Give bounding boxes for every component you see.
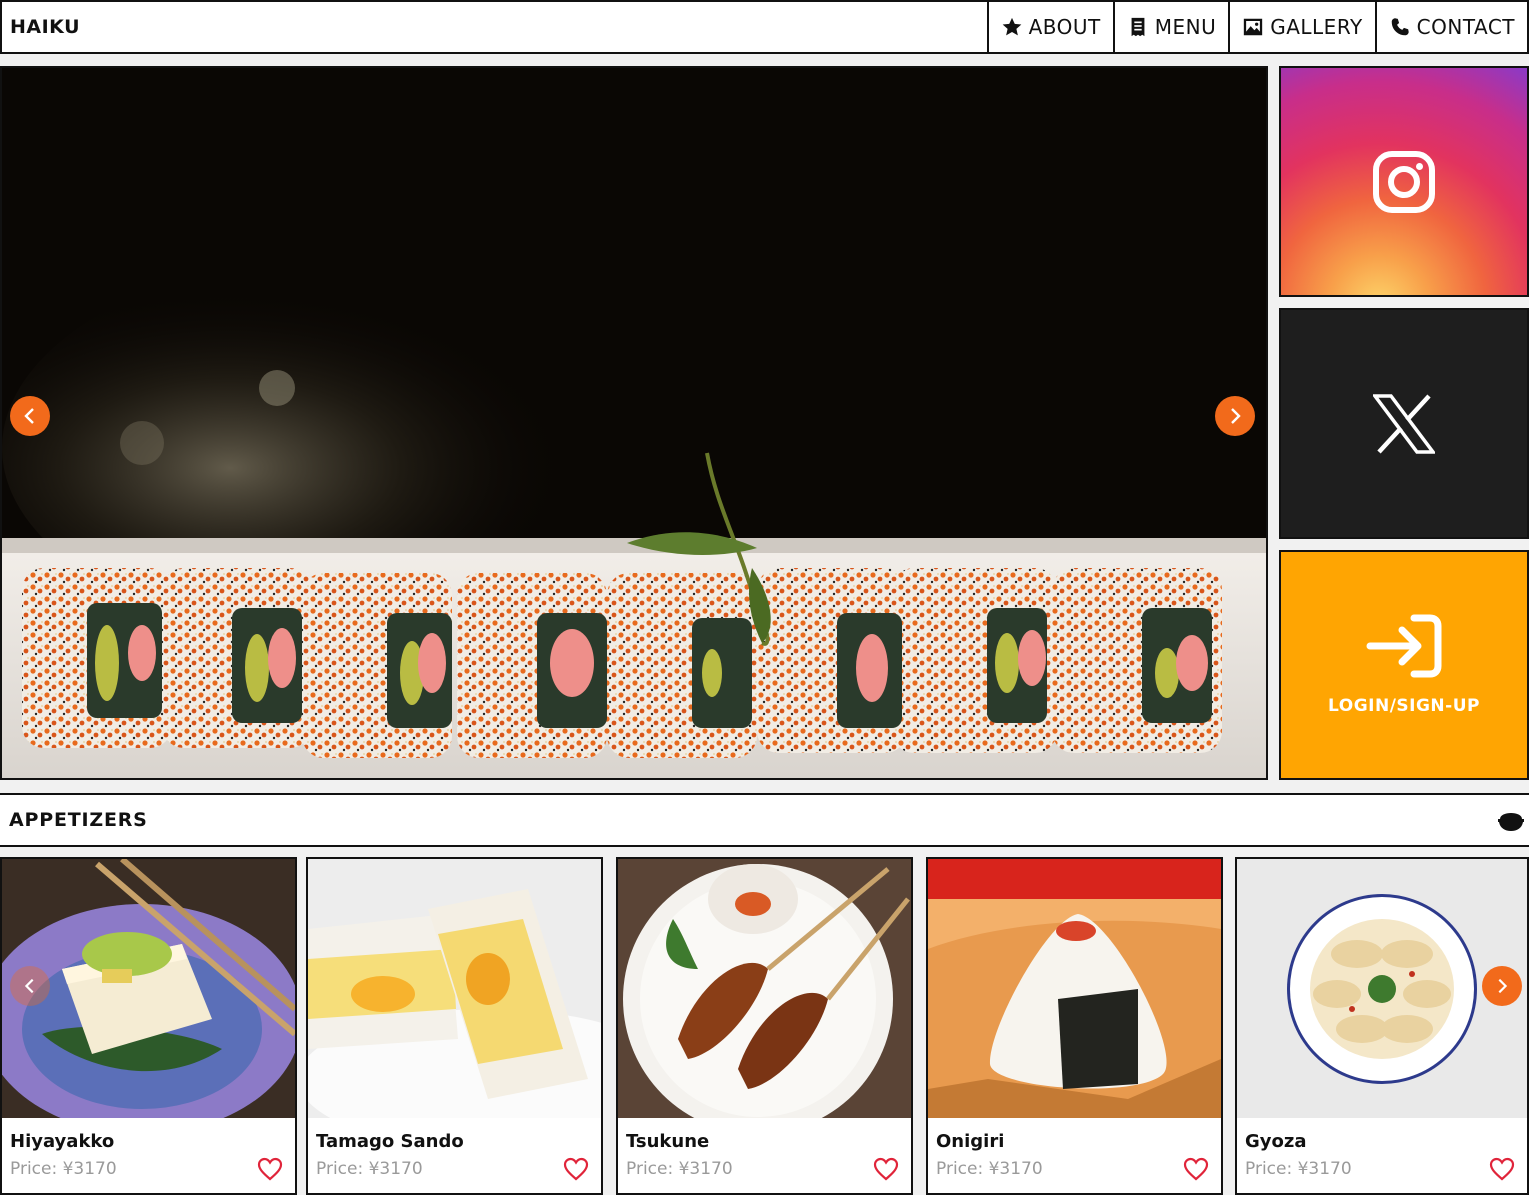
star-icon xyxy=(1002,17,1021,36)
image-icon xyxy=(1244,18,1263,36)
receipt-icon xyxy=(1131,17,1145,37)
card-name: Gyoza xyxy=(1245,1131,1307,1152)
card-price: Price: ¥3170 xyxy=(316,1159,423,1179)
x-logo-icon xyxy=(1373,393,1435,454)
card-price: Price: ¥3170 xyxy=(10,1159,117,1179)
nav-menu[interactable]: MENU xyxy=(1112,2,1229,52)
instagram-icon xyxy=(1373,150,1435,213)
card-price: Price: ¥3170 xyxy=(1245,1159,1352,1179)
favorite-heart-button[interactable] xyxy=(1489,1157,1515,1181)
card-price: Price: ¥3170 xyxy=(626,1159,733,1179)
card-name: Hiyayakko xyxy=(10,1131,115,1152)
favorite-heart-button[interactable] xyxy=(563,1157,589,1181)
login-signup-tile[interactable]: LOGIN/SIGN-UP xyxy=(1279,550,1529,780)
menu-card-hiyayakko[interactable]: Hiyayakko Price: ¥3170 xyxy=(0,857,297,1195)
favorite-heart-button[interactable] xyxy=(873,1157,899,1181)
hero-prev-button[interactable] xyxy=(10,396,50,436)
chevron-left-icon xyxy=(24,978,34,994)
onigiri-photo xyxy=(928,859,1221,1118)
heart-icon xyxy=(1183,1157,1209,1181)
nav-menu-label: MENU xyxy=(1154,15,1217,39)
heart-icon xyxy=(563,1157,589,1181)
menu-card-tamago-sando[interactable]: Tamago Sando Price: ¥3170 xyxy=(306,857,603,1195)
nav-gallery[interactable]: GALLERY xyxy=(1228,2,1374,52)
card-name: Onigiri xyxy=(936,1131,1005,1152)
card-name: Tamago Sando xyxy=(316,1131,464,1152)
nav-about[interactable]: ABOUT xyxy=(986,2,1113,52)
login-signup-label: LOGIN/SIGN-UP xyxy=(1328,696,1480,716)
rice-bowl-icon xyxy=(1498,813,1524,831)
tsukune-photo xyxy=(618,859,911,1118)
favorite-heart-button[interactable] xyxy=(257,1157,283,1181)
nav-about-label: ABOUT xyxy=(1028,15,1101,39)
nav-contact[interactable]: CONTACT xyxy=(1374,2,1527,52)
sushi-rolls-photo xyxy=(2,68,1266,778)
top-nav-bar: HAIKU ABOUT MENU GALLERY CONTACT xyxy=(0,0,1529,54)
login-arrow-icon xyxy=(1366,614,1442,678)
hero-carousel xyxy=(0,66,1268,780)
favorite-heart-button[interactable] xyxy=(1183,1157,1209,1181)
hero-next-button[interactable] xyxy=(1215,396,1255,436)
appetizers-section-header: APPETIZERS xyxy=(0,793,1529,847)
nav-contact-label: CONTACT xyxy=(1416,15,1515,39)
chevron-left-icon xyxy=(24,408,34,424)
chevron-right-icon xyxy=(1498,978,1508,994)
heart-icon xyxy=(257,1157,283,1181)
section-title: APPETIZERS xyxy=(9,809,148,831)
nav-gallery-label: GALLERY xyxy=(1270,15,1363,39)
heart-icon xyxy=(1489,1157,1515,1181)
brand-logo[interactable]: HAIKU xyxy=(2,2,987,52)
menu-card-gyoza[interactable]: Gyoza Price: ¥3170 xyxy=(1235,857,1529,1195)
instagram-tile[interactable] xyxy=(1279,66,1529,297)
x-twitter-tile[interactable] xyxy=(1279,308,1529,539)
card-price: Price: ¥3170 xyxy=(936,1159,1043,1179)
tamago-sando-photo xyxy=(308,859,601,1118)
cards-prev-button[interactable] xyxy=(10,966,50,1006)
menu-card-tsukune[interactable]: Tsukune Price: ¥3170 xyxy=(616,857,913,1195)
chevron-right-icon xyxy=(1231,408,1241,424)
cards-next-button[interactable] xyxy=(1482,966,1522,1006)
card-name: Tsukune xyxy=(626,1131,710,1152)
menu-card-onigiri[interactable]: Onigiri Price: ¥3170 xyxy=(926,857,1223,1195)
heart-icon xyxy=(873,1157,899,1181)
phone-icon xyxy=(1391,18,1409,36)
